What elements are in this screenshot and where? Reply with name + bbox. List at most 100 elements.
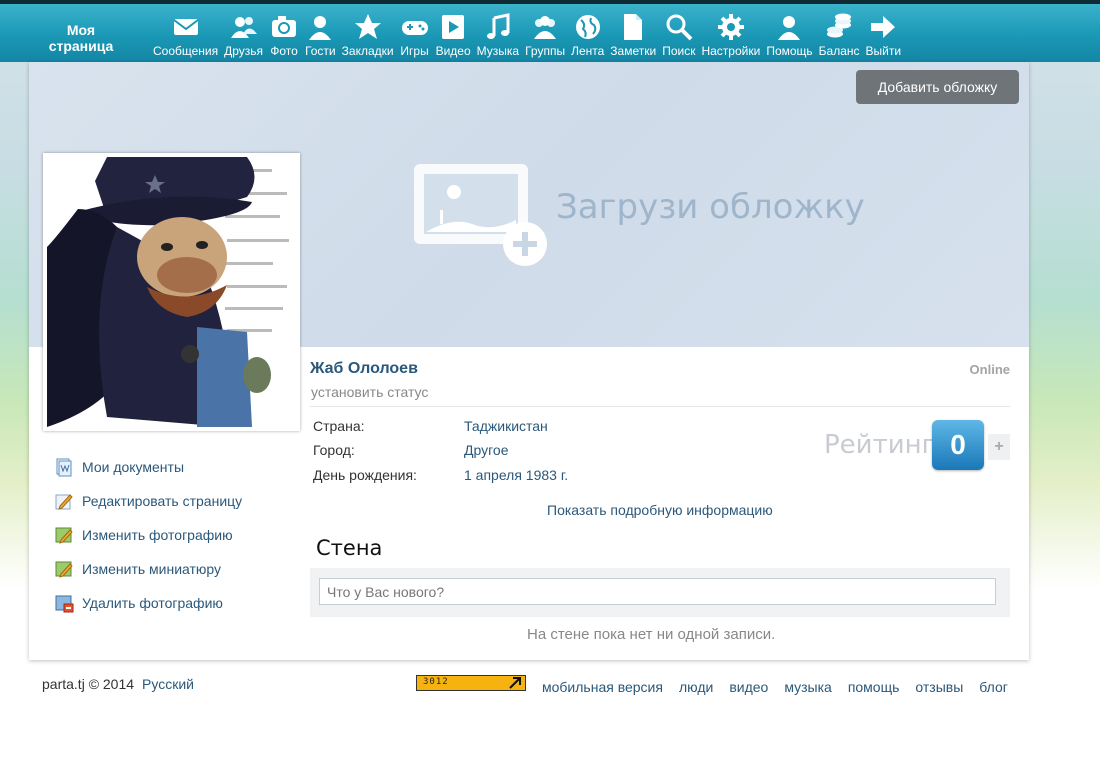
envelope-icon: [172, 19, 199, 35]
document-icon: [624, 14, 643, 40]
footer-link-reviews[interactable]: отзывы: [915, 679, 963, 695]
nav-label: Друзья: [224, 44, 264, 58]
rating-label: Рейтинг: [824, 430, 936, 460]
nav-label: Лента: [571, 44, 605, 58]
nav-label: Поиск: [662, 44, 696, 58]
top-navigation-bar: Моя страница Сообщения Друзья Фото Гости…: [0, 0, 1100, 62]
counter-value: 3012: [423, 677, 449, 687]
divider: [310, 406, 1010, 407]
profile-card: Добавить обложку Загрузи обложку Мои док…: [29, 62, 1029, 660]
edit-page-link[interactable]: Редактировать страницу: [54, 484, 242, 518]
change-photo-link[interactable]: Изменить фотографию: [54, 518, 242, 552]
play-icon: [442, 15, 465, 39]
gear-icon: [717, 14, 744, 40]
wall-title: Стена: [316, 536, 383, 560]
wizard-character-illustration: [47, 157, 296, 427]
nav-label: Видео: [435, 44, 471, 58]
nav-search[interactable]: Поиск: [659, 12, 698, 64]
nav-label: Закладки: [341, 44, 394, 58]
group-icon: [534, 16, 557, 39]
star-icon: [354, 14, 381, 39]
info-value-link[interactable]: Другое: [464, 442, 508, 458]
camera-icon: [272, 16, 297, 37]
show-more-info-link[interactable]: Показать подробную информацию: [547, 502, 773, 518]
add-cover-button[interactable]: Добавить обложку: [856, 70, 1019, 104]
info-value-link[interactable]: 1 апреля 1983 г.: [464, 467, 568, 483]
visit-counter[interactable]: 3012: [416, 675, 526, 691]
nav-help[interactable]: Помощь: [763, 12, 815, 64]
footer-link-blog[interactable]: блог: [979, 679, 1008, 695]
nav-label: Заметки: [610, 44, 657, 58]
nav-messages[interactable]: Сообщения: [150, 12, 221, 64]
music-note-icon: [486, 13, 510, 39]
link-label: Изменить фотографию: [82, 527, 233, 543]
nav-music[interactable]: Музыка: [474, 12, 522, 64]
footer-copyright: parta.tj © 2014 Русский: [42, 676, 194, 692]
gamepad-icon: [401, 21, 428, 35]
nav-balance[interactable]: Баланс: [816, 12, 863, 64]
nav-label: Игры: [400, 44, 429, 58]
rating-badge: 0: [932, 420, 984, 470]
coins-icon: [827, 13, 852, 38]
nav-label: Музыка: [476, 44, 520, 58]
footer-link-mobile[interactable]: мобильная версия: [542, 679, 663, 695]
nav-bookmarks[interactable]: Закладки: [339, 12, 397, 64]
nav-label: Сообщения: [153, 44, 219, 58]
nav-video[interactable]: Видео: [433, 12, 474, 64]
wall-empty-message: На стене пока нет ни одной записи.: [527, 626, 776, 643]
delete-photo-link[interactable]: Удалить фотографию: [54, 586, 242, 620]
profile-actions: Мои документы Редактировать страницу Изм…: [54, 450, 242, 620]
footer-links: мобильная версия люди видео музыка помощ…: [542, 679, 1024, 695]
pencil-icon: [55, 494, 73, 510]
nav-notes[interactable]: Заметки: [607, 12, 659, 64]
footer-link-video[interactable]: видео: [729, 679, 768, 695]
nav-label: Группы: [525, 44, 566, 58]
nav-label: Выйти: [865, 44, 902, 58]
link-label: Удалить фотографию: [82, 595, 223, 611]
help-person-icon: [778, 16, 801, 40]
nav-label: Помощь: [766, 44, 813, 58]
edit-thumbnail-icon: [55, 561, 73, 578]
upload-cover-icon[interactable]: [412, 162, 552, 272]
nav-photo[interactable]: Фото: [266, 12, 302, 64]
nav-label: Настройки: [701, 44, 761, 58]
edit-photo-icon: [55, 527, 73, 544]
upload-cover-text[interactable]: Загрузи обложку: [556, 187, 865, 227]
nav-label: Баланс: [818, 44, 860, 58]
my-page-link[interactable]: Моя страница: [38, 22, 124, 54]
documents-icon: [56, 458, 72, 477]
friends-icon: [230, 17, 257, 38]
online-status: Online: [969, 362, 1010, 377]
language-link[interactable]: Русский: [142, 676, 194, 692]
main-nav: Сообщения Друзья Фото Гости Закладки Игр…: [150, 12, 904, 64]
set-status-link[interactable]: установить статус: [311, 384, 428, 400]
nav-logout[interactable]: Выйти: [863, 12, 905, 64]
nav-games[interactable]: Игры: [397, 12, 433, 64]
info-value-link[interactable]: Таджикистан: [464, 418, 548, 434]
nav-guests[interactable]: Гости: [302, 12, 339, 64]
delete-photo-icon: [55, 595, 74, 613]
nav-groups[interactable]: Группы: [522, 12, 568, 64]
footer-link-music[interactable]: музыка: [784, 679, 831, 695]
avatar-image: [47, 157, 296, 427]
rating-plus-button[interactable]: +: [988, 434, 1010, 460]
info-key: Город:: [313, 442, 355, 458]
info-key: День рождения:: [313, 467, 417, 483]
copyright-text: parta.tj © 2014: [42, 676, 135, 692]
profile-name[interactable]: Жаб Ололоев: [310, 360, 418, 378]
my-documents-link[interactable]: Мои документы: [54, 450, 242, 484]
footer-link-people[interactable]: люди: [679, 679, 713, 695]
nav-friends[interactable]: Друзья: [221, 12, 266, 64]
nav-feed[interactable]: Лента: [568, 12, 607, 64]
link-label: Изменить миниатюру: [82, 561, 222, 577]
avatar[interactable]: [43, 153, 300, 431]
wall-post-input[interactable]: [319, 578, 996, 605]
link-label: Мои документы: [82, 459, 185, 475]
info-key: Страна:: [313, 418, 365, 434]
change-thumbnail-link[interactable]: Изменить миниатюру: [54, 552, 242, 586]
nav-settings[interactable]: Настройки: [698, 12, 763, 64]
footer-link-help[interactable]: помощь: [848, 679, 900, 695]
arrow-right-icon: [871, 16, 896, 38]
wall-post-box: [310, 568, 1010, 617]
nav-label: Гости: [305, 44, 336, 58]
